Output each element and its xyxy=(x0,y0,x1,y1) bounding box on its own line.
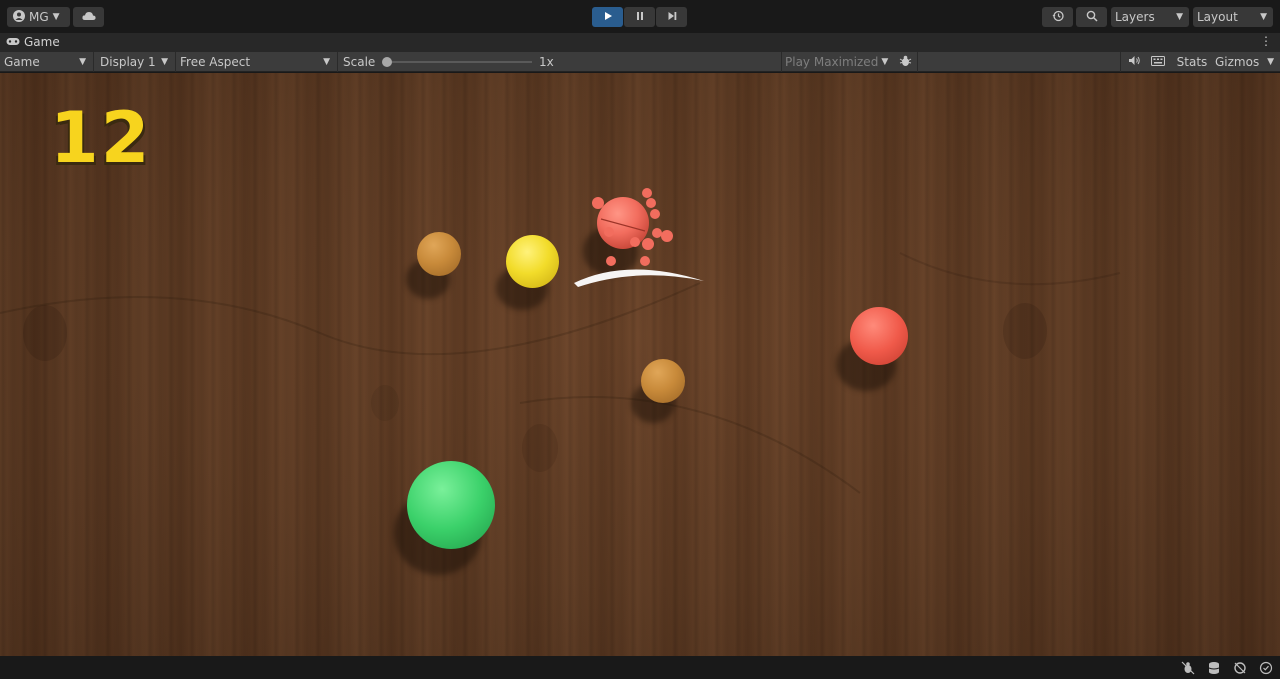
aspect-label: Free Aspect xyxy=(180,55,251,69)
history-icon xyxy=(1052,10,1064,25)
stats-button[interactable]: Stats xyxy=(1174,52,1210,72)
sliced-red-ball[interactable] xyxy=(585,183,685,273)
pause-icon xyxy=(635,10,645,24)
bug-icon[interactable] xyxy=(1180,660,1196,676)
account-dropdown[interactable]: MG ▼ xyxy=(7,7,70,27)
divider xyxy=(93,52,94,72)
layers-label: Layers xyxy=(1115,10,1155,24)
account-label: MG xyxy=(29,10,49,24)
red-ball[interactable] xyxy=(850,307,908,365)
display-dropdown[interactable]: Display 1 ▼ xyxy=(96,52,174,72)
play-button[interactable] xyxy=(592,7,623,27)
chevron-down-icon: ▼ xyxy=(161,57,168,67)
undo-history-button[interactable] xyxy=(1042,7,1073,27)
game-view-controls: Game ▼ Display 1 ▼ Free Aspect ▼ Scale 1… xyxy=(0,52,1280,72)
frame-debugger-button[interactable] xyxy=(894,52,916,72)
auto-refresh-icon[interactable] xyxy=(1232,660,1248,676)
keyboard-icon xyxy=(1151,55,1165,69)
blade-trail xyxy=(574,269,704,287)
chevron-down-icon: ▼ xyxy=(52,12,60,22)
scale-slider[interactable]: Scale 1x xyxy=(340,52,560,72)
game-viewport[interactable]: 12 xyxy=(0,73,1280,656)
mute-audio-button[interactable] xyxy=(1123,52,1145,72)
bug-icon xyxy=(899,55,912,70)
status-bar xyxy=(0,656,1280,679)
green-ball[interactable] xyxy=(407,461,495,549)
score-counter: 12 xyxy=(50,97,152,179)
scale-value: 1x xyxy=(539,55,554,69)
search-button[interactable] xyxy=(1076,7,1107,27)
play-maximized-label: Play Maximized xyxy=(785,55,879,69)
game-tab-bar: Game ⋮ xyxy=(0,33,1280,52)
tab-label: Game xyxy=(24,35,60,49)
check-circle-icon[interactable] xyxy=(1258,660,1274,676)
cache-server-icon[interactable] xyxy=(1206,660,1222,676)
chevron-down-icon: ▼ xyxy=(79,57,86,67)
cloud-button[interactable] xyxy=(73,7,104,27)
gizmos-label: Gizmos xyxy=(1215,55,1260,69)
divider xyxy=(1120,52,1121,72)
divider xyxy=(781,52,782,72)
step-icon xyxy=(667,10,677,24)
wood-grain xyxy=(0,252,1121,494)
scale-track[interactable] xyxy=(384,61,532,63)
chevron-down-icon: ▼ xyxy=(1260,12,1267,22)
account-icon xyxy=(13,9,25,25)
aspect-dropdown[interactable]: Free Aspect ▼ xyxy=(176,52,336,72)
layers-dropdown[interactable]: Layers ▼ xyxy=(1111,7,1189,27)
divider xyxy=(337,52,338,72)
cloud-icon xyxy=(81,10,96,24)
audio-icon xyxy=(1128,55,1141,69)
stats-label: Stats xyxy=(1176,55,1208,69)
orange-ball[interactable] xyxy=(417,232,461,276)
view-mode-label: Game xyxy=(4,55,40,69)
orange-ball-2[interactable] xyxy=(641,359,685,403)
layout-dropdown[interactable]: Layout ▼ xyxy=(1193,7,1273,27)
scale-label: Scale xyxy=(343,55,376,69)
tab-game[interactable]: Game xyxy=(6,35,60,49)
play-icon xyxy=(603,10,613,24)
play-maximized-dropdown[interactable]: Play Maximized ▼ xyxy=(783,52,891,72)
kebab-icon[interactable]: ⋮ xyxy=(1260,34,1272,48)
scale-knob[interactable] xyxy=(382,57,392,67)
main-toolbar: MG ▼ Layers ▼ Layout ▼ xyxy=(0,0,1280,33)
search-icon xyxy=(1086,10,1098,25)
chevron-down-icon: ▼ xyxy=(1176,12,1183,22)
layout-label: Layout xyxy=(1197,10,1238,24)
display-label: Display 1 xyxy=(100,55,156,69)
keyboard-shortcuts-button[interactable] xyxy=(1147,52,1169,72)
chevron-down-icon: ▼ xyxy=(323,57,330,67)
step-button[interactable] xyxy=(656,7,687,27)
gamepad-icon xyxy=(6,35,20,49)
pause-button[interactable] xyxy=(624,7,655,27)
view-mode-dropdown[interactable]: Game ▼ xyxy=(0,52,92,72)
divider xyxy=(917,52,918,72)
yellow-ball[interactable] xyxy=(506,235,559,288)
chevron-down-icon: ▼ xyxy=(1267,57,1274,67)
gizmos-dropdown[interactable]: Gizmos ▼ xyxy=(1213,52,1280,72)
chevron-down-icon: ▼ xyxy=(881,57,889,67)
